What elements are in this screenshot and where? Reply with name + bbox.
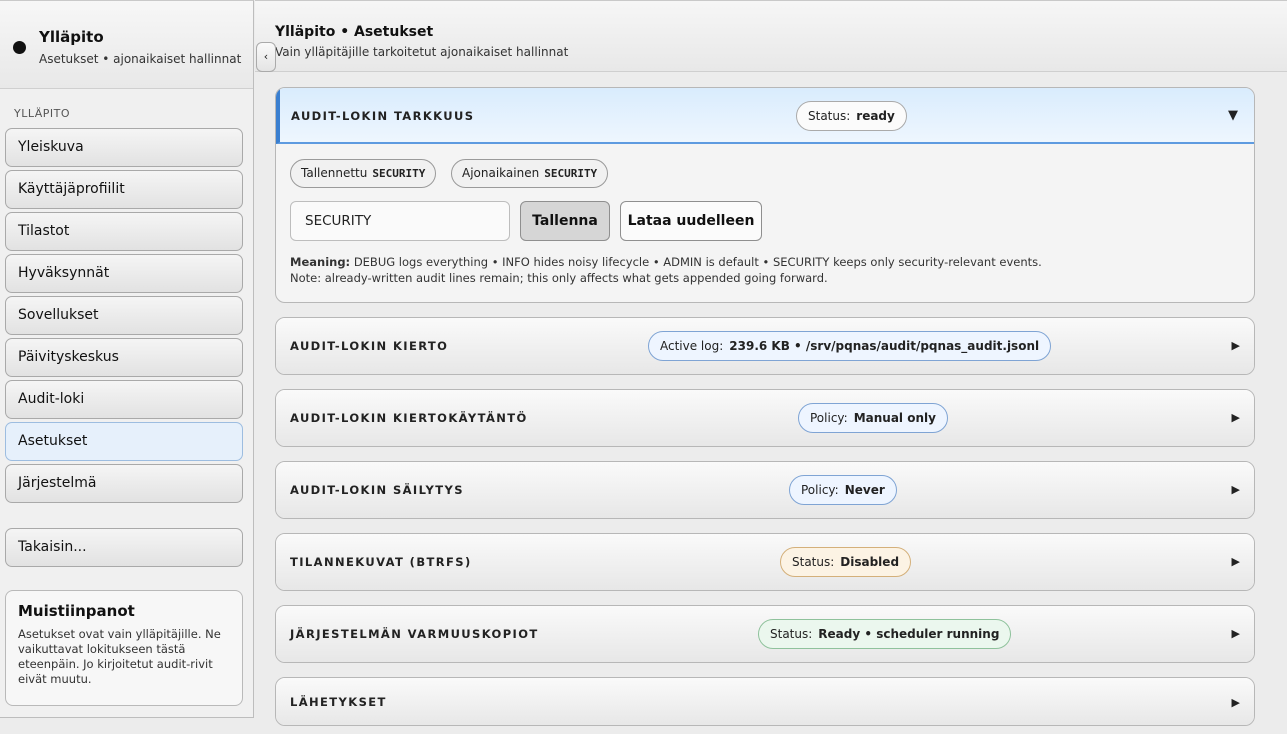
- sidebar-item-yleiskuva[interactable]: Yleiskuva: [5, 128, 243, 167]
- sidebar-item-hyvaksynnat[interactable]: Hyväksynnät: [5, 254, 243, 293]
- page-title: Ylläpito • Asetukset: [275, 24, 434, 40]
- sidebar-item-audit-loki[interactable]: Audit-loki: [5, 380, 243, 419]
- back-button[interactable]: Takaisin...: [5, 528, 243, 567]
- sidebar-item-tilastot[interactable]: Tilastot: [5, 212, 243, 251]
- policy-chip: Policy: Never: [789, 475, 897, 505]
- chip-value: Never: [844, 483, 885, 497]
- panel-header[interactable]: AUDIT-LOKIN KIERTO Active log: 239.6 KB •…: [276, 318, 1254, 374]
- panel-title: AUDIT-LOKIN KIERTO: [290, 339, 449, 353]
- chip-label: Status:: [808, 109, 851, 123]
- panel-snapshots-btrfs: TILANNEKUVAT (BTRFS) Status: Disabled ▶: [275, 533, 1255, 591]
- meaning-text: Meaning: DEBUG logs everything • INFO hi…: [290, 254, 1240, 286]
- chevron-right-icon[interactable]: ▶: [1232, 390, 1240, 446]
- sidebar-item-paivityskeskus[interactable]: Päivityskeskus: [5, 338, 243, 377]
- panel-header[interactable]: JÄRJESTELMÄN VARMUUSKOPIOT Status: Ready …: [276, 606, 1254, 662]
- chevron-right-icon[interactable]: ▶: [1232, 318, 1240, 374]
- reload-button[interactable]: Lataa uudelleen: [620, 201, 762, 241]
- notes-title: Muistiinpanot: [18, 602, 135, 620]
- sidebar-item-asetukset[interactable]: Asetukset: [5, 422, 243, 461]
- log-level-input[interactable]: [290, 201, 510, 241]
- panel-audit-log-level: AUDIT-LOKIN TARKKUUS Status: ready ▼ Tall…: [275, 87, 1255, 303]
- status-chip: Status: ready: [796, 101, 907, 131]
- panel-body: Tallennettu SECURITY Ajonaikainen SECURITY…: [276, 144, 1254, 302]
- chip-value: ready: [856, 109, 895, 123]
- policy-chip: Policy: Manual only: [798, 403, 948, 433]
- panel-title: AUDIT-LOKIN KIERTOKÄYTÄNTÖ: [290, 411, 528, 425]
- panel-system-backups: JÄRJESTELMÄN VARMUUSKOPIOT Status: Ready …: [275, 605, 1255, 663]
- chip-value: 239.6 KB • /srv/pqnas/audit/pqnas_audit.…: [729, 339, 1040, 353]
- sidebar-item-sovellukset[interactable]: Sovellukset: [5, 296, 243, 335]
- brand-title: Ylläpito: [39, 28, 104, 46]
- page-header: Ylläpito • Asetukset Vain ylläpitäjille …: [255, 0, 1287, 72]
- pill-value: SECURITY: [372, 167, 426, 180]
- notes-body: Asetukset ovat vain ylläpitäjille. Ne va…: [18, 627, 221, 686]
- chip-label: Policy:: [801, 483, 839, 497]
- note-text: Note: already-written audit lines remain…: [290, 271, 828, 285]
- pill-label: Tallennettu: [301, 166, 368, 180]
- sidebar-section-label: YLLÄPITO: [14, 107, 71, 120]
- notes-card: Muistiinpanot Asetukset ovat vain ylläpi…: [5, 590, 243, 706]
- panel-audit-log-rotation: AUDIT-LOKIN KIERTO Active log: 239.6 KB •…: [275, 317, 1255, 375]
- pill-value: SECURITY: [544, 167, 598, 180]
- meaning-label: Meaning:: [290, 255, 351, 269]
- brand-dot-icon: [13, 41, 26, 54]
- panel-header[interactable]: AUDIT-LOKIN TARKKUUS Status: ready ▼: [276, 88, 1254, 144]
- panel-uploads: LÄHETYKSET ▶: [275, 677, 1255, 726]
- sidebar: Ylläpito Asetukset • ajonaikaiset hallin…: [0, 0, 254, 718]
- meaning-description: DEBUG logs everything • INFO hides noisy…: [353, 255, 1042, 269]
- chevron-down-icon[interactable]: ▼: [1228, 88, 1238, 144]
- panel-audit-log-retention: AUDIT-LOKIN SÄILYTYS Policy: Never ▶: [275, 461, 1255, 519]
- sidebar-brand: Ylläpito Asetukset • ajonaikaiset hallin…: [0, 1, 253, 89]
- status-chip: Status: Disabled: [780, 547, 912, 577]
- status-chip: Status: Ready • scheduler running: [758, 619, 1012, 649]
- panel-title: AUDIT-LOKIN TARKKUUS: [291, 109, 475, 123]
- chip-value: Ready • scheduler running: [818, 627, 1000, 641]
- runtime-level-pill: Ajonaikainen SECURITY: [451, 159, 609, 188]
- page-subtitle: Vain ylläpitäjille tarkoitetut ajonaikai…: [275, 45, 569, 59]
- saved-level-pill: Tallennettu SECURITY: [290, 159, 437, 188]
- chip-value: Manual only: [853, 411, 936, 425]
- chevron-left-icon: ‹: [263, 50, 269, 63]
- sidebar-item-jarjestelma[interactable]: Järjestelmä: [5, 464, 243, 503]
- chip-label: Status:: [770, 627, 813, 641]
- chip-value: Disabled: [840, 555, 900, 569]
- chip-label: Status:: [792, 555, 835, 569]
- collapse-sidebar-button[interactable]: ‹: [256, 42, 276, 72]
- panel-title: JÄRJESTELMÄN VARMUUSKOPIOT: [290, 627, 539, 641]
- brand-subtitle: Asetukset • ajonaikaiset hallinnat: [39, 52, 242, 66]
- save-button[interactable]: Tallenna: [520, 201, 610, 241]
- chevron-right-icon[interactable]: ▶: [1232, 534, 1240, 590]
- panel-header[interactable]: TILANNEKUVAT (BTRFS) Status: Disabled ▶: [276, 534, 1254, 590]
- panel-title: AUDIT-LOKIN SÄILYTYS: [290, 483, 464, 497]
- pill-label: Ajonaikainen: [462, 166, 540, 180]
- panel-title: LÄHETYKSET: [290, 695, 387, 709]
- chip-label: Active log:: [660, 339, 724, 353]
- active-log-chip: Active log: 239.6 KB • /srv/pqnas/audit/p…: [648, 331, 1052, 361]
- chevron-right-icon[interactable]: ▶: [1232, 606, 1240, 662]
- panel-title: TILANNEKUVAT (BTRFS): [290, 555, 472, 569]
- panel-header[interactable]: AUDIT-LOKIN SÄILYTYS Policy: Never ▶: [276, 462, 1254, 518]
- chip-label: Policy:: [810, 411, 848, 425]
- sidebar-item-kayttajaprofiilit[interactable]: Käyttäjäprofiilit: [5, 170, 243, 209]
- panel-header[interactable]: AUDIT-LOKIN KIERTOKÄYTÄNTÖ Policy: Manual…: [276, 390, 1254, 446]
- panel-header[interactable]: LÄHETYKSET ▶: [276, 678, 1254, 725]
- chevron-right-icon[interactable]: ▶: [1232, 678, 1240, 725]
- chevron-right-icon[interactable]: ▶: [1232, 462, 1240, 518]
- panel-audit-log-rotation-policy: AUDIT-LOKIN KIERTOKÄYTÄNTÖ Policy: Manual…: [275, 389, 1255, 447]
